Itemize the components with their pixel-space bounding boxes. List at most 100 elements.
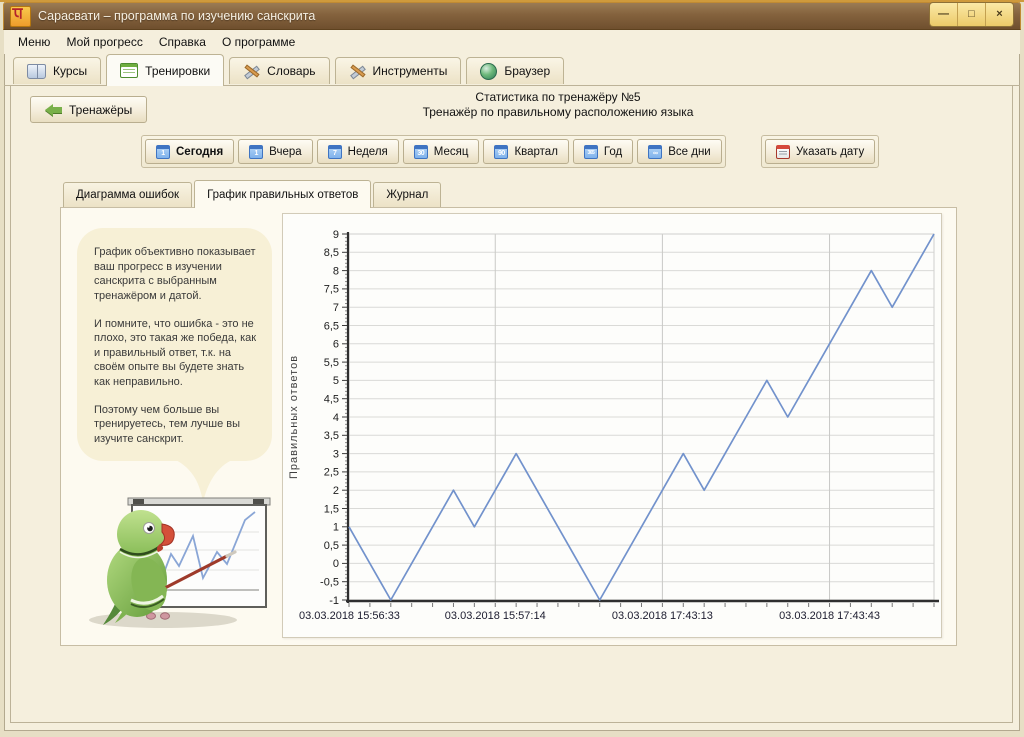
pick-date-button[interactable]: Указать дату <box>765 139 875 164</box>
back-button-label: Тренажёры <box>69 103 132 117</box>
left-arrow-icon <box>45 104 63 116</box>
tab-label: Словарь <box>267 64 315 78</box>
tools-icon <box>349 64 366 78</box>
close-button[interactable]: × <box>986 3 1013 26</box>
filter-quarter-button[interactable]: 90Квартал <box>483 139 568 164</box>
stats-header: Статистика по тренажёру №5 Тренажёр по п… <box>308 90 808 121</box>
calendar-blue-icon: 1 <box>249 145 263 159</box>
y-tick-label: 1,5 <box>324 503 339 515</box>
calendar-red-icon <box>776 145 790 159</box>
y-tick-label: 7,5 <box>324 284 339 296</box>
calendar-blue-icon: 30 <box>414 145 428 159</box>
maximize-button[interactable]: □ <box>958 3 986 26</box>
filter-year-button[interactable]: 365 Год <box>573 139 633 164</box>
x-tick-label: 03.03.2018 15:56:33 <box>299 610 400 622</box>
filter-label: Месяц <box>434 146 469 158</box>
y-tick-label: 0,5 <box>324 540 339 552</box>
calendar-number: 30 <box>417 150 424 157</box>
tab-trainings[interactable]: Тренировки <box>106 54 224 86</box>
tab-label: Инструменты <box>373 64 448 78</box>
filter-all-days-button[interactable]: ∞ Все дни <box>637 139 722 164</box>
x-tick-label: 03.03.2018 17:43:43 <box>779 610 880 622</box>
y-tick-label: 7 <box>333 302 339 314</box>
y-tick-label: 3,5 <box>324 430 339 442</box>
globe-icon <box>480 63 497 80</box>
menu-item-help[interactable]: Справка <box>158 33 207 51</box>
app-window: Сарасвати – программа по изучению санскр… <box>0 0 1024 737</box>
filter-label: Вчера <box>269 146 301 158</box>
stats-title-line1: Статистика по тренажёру №5 <box>308 90 808 105</box>
calendar-number: 1 <box>254 150 257 157</box>
table-icon <box>120 63 138 78</box>
menu-item-about[interactable]: О программе <box>221 33 296 51</box>
y-tick-label: 6 <box>333 339 339 351</box>
y-tick-label: 5 <box>333 375 339 387</box>
calendar-number: 7 <box>333 150 336 157</box>
filter-label: Сегодня <box>176 146 223 158</box>
y-tick-label: 3 <box>333 448 339 460</box>
minimize-button[interactable]: — <box>930 3 958 26</box>
titlebar: Сарасвати – программа по изучению санскр… <box>3 2 1021 30</box>
calendar-number: 90 <box>498 150 505 157</box>
filter-yesterday-button[interactable]: 1 Вчера <box>238 139 312 164</box>
tab-instruments[interactable]: Инструменты <box>335 57 462 84</box>
tab-courses[interactable]: Курсы <box>13 57 101 84</box>
period-filter-group: 1Сегодня1Вчера7Неделя30Месяц90Квартал365… <box>141 135 726 168</box>
tab-label: Курсы <box>53 64 87 78</box>
window-controls: —□× <box>929 2 1014 27</box>
y-tick-label: 6,5 <box>324 320 339 332</box>
calendar-blue-icon: ∞ <box>648 145 662 159</box>
y-tick-label: 0 <box>333 558 339 570</box>
book-icon <box>27 64 46 79</box>
y-tick-label: -1 <box>329 595 339 607</box>
filter-label: Год <box>604 146 622 158</box>
subtab-journal[interactable]: Журнал <box>373 182 441 207</box>
assistant-paragraph: Поэтому чем больше вы тренируетесь, тем … <box>94 403 259 447</box>
x-tick-label: 03.03.2018 17:43:13 <box>612 610 713 622</box>
calendar-blue-icon: 90 <box>494 145 508 159</box>
tab-label: Браузер <box>504 64 550 78</box>
filter-today-button[interactable]: 1 Сегодня <box>145 139 234 164</box>
correct-answers-line-chart: -1-0,500,511,522,533,544,555,566,577,588… <box>283 214 941 637</box>
calendar-blue-icon: 1 <box>156 145 170 159</box>
menubar: Меню Мой прогресс Справка О программе <box>4 30 1020 54</box>
filter-label: Неделя <box>348 146 388 158</box>
parrot-presenter-illustration <box>75 492 275 630</box>
y-tick-label: 2,5 <box>324 467 339 479</box>
y-tick-label: -0,5 <box>320 577 339 589</box>
y-tick-label: 2 <box>333 485 339 497</box>
calendar-blue-icon: 365 <box>584 145 598 159</box>
y-tick-label: 4 <box>333 412 339 424</box>
report-subtabs: Диаграмма ошибокГрафик правильных ответо… <box>63 180 441 207</box>
subtab-correct-answers-graph[interactable]: График правильных ответов <box>194 180 371 208</box>
back-to-trainers-button[interactable]: Тренажёры <box>30 96 147 123</box>
y-tick-label: 1 <box>333 522 339 534</box>
subtab-error-diagram[interactable]: Диаграмма ошибок <box>63 182 192 207</box>
tab-browser[interactable]: Браузер <box>466 57 564 84</box>
calendar-number: 1 <box>161 150 164 157</box>
y-tick-label: 8,5 <box>324 247 339 259</box>
calendar-number: ∞ <box>653 150 658 157</box>
filter-label: Все дни <box>668 146 711 158</box>
filter-week-button[interactable]: 7 Неделя <box>317 139 399 164</box>
pick-date-group: Указать дату <box>761 135 879 168</box>
assistant-paragraph: И помните, что ошибка - это не плохо, эт… <box>94 317 259 390</box>
assistant-speech-bubble: График объективно показывает ваш прогрес… <box>77 228 272 461</box>
filter-month-button[interactable]: 30 Месяц <box>403 139 480 164</box>
pick-date-label: Указать дату <box>796 146 864 158</box>
correct-answers-chart-card: -1-0,500,511,522,533,544,555,566,577,588… <box>282 213 942 638</box>
assistant-paragraph: График объективно показывает ваш прогрес… <box>94 245 259 304</box>
calendar-number: 365 <box>587 151 594 156</box>
stats-title-line2: Тренажёр по правильному расположению язы… <box>308 105 808 120</box>
tools-icon <box>243 64 260 78</box>
window-title: Сарасвати – программа по изучению санскр… <box>38 9 929 23</box>
tab-label: Тренировки <box>145 64 210 78</box>
app-icon <box>10 6 31 27</box>
calendar-blue-icon: 7 <box>328 145 342 159</box>
menu-item-my-progress[interactable]: Мой прогресс <box>65 33 143 51</box>
menu-item-menu[interactable]: Меню <box>17 33 51 51</box>
y-tick-label: 5,5 <box>324 357 339 369</box>
tab-dictionary[interactable]: Словарь <box>229 57 329 84</box>
y-axis-title: Правильных ответов <box>288 355 300 479</box>
main-tabbar: Курсы Тренировки Словарь Инструменты Браузер <box>13 54 564 86</box>
